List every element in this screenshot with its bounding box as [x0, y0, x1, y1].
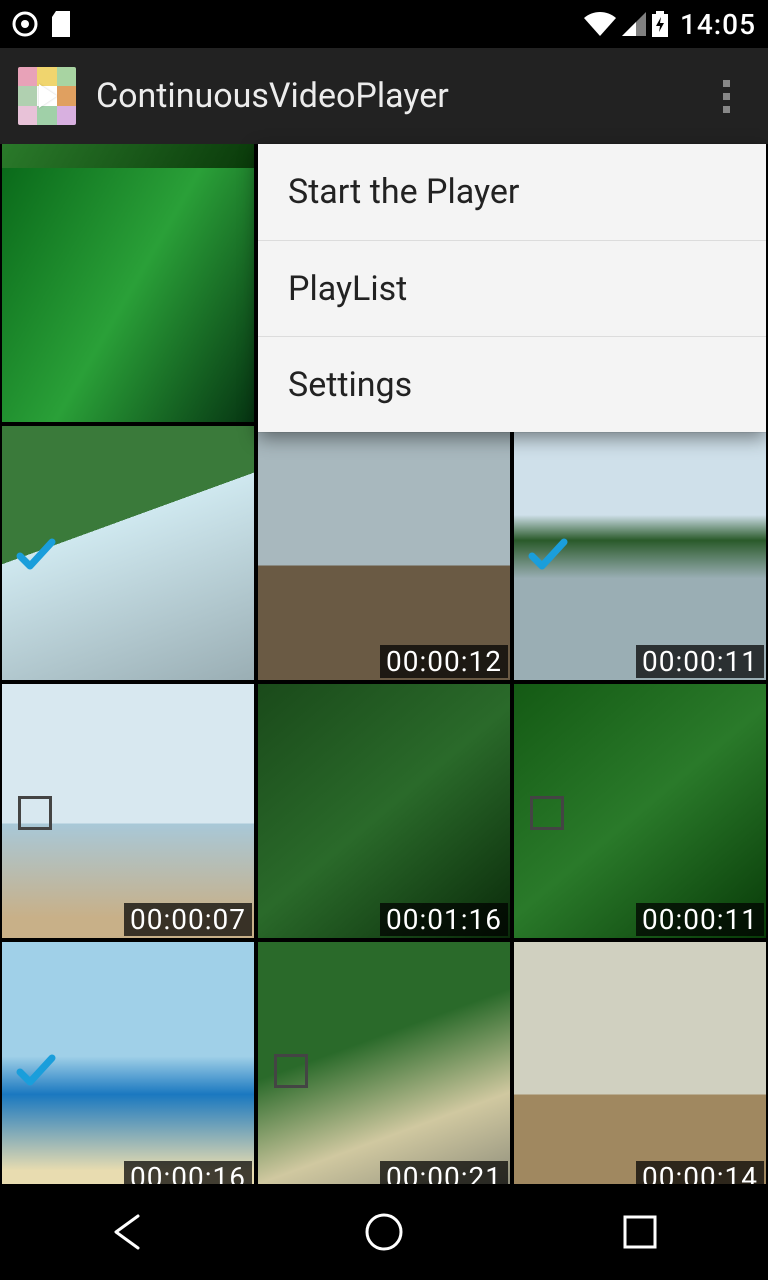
- overflow-menu-button[interactable]: [702, 72, 750, 120]
- video-thumb[interactable]: 00:00:21: [258, 942, 510, 1196]
- video-thumb[interactable]: 00:00:07: [2, 684, 254, 938]
- checkbox-unchecked-icon: [18, 796, 52, 830]
- video-duration: 00:00:11: [636, 645, 764, 678]
- checkmark-icon: [14, 534, 58, 578]
- app-bar: ContinuousVideoPlayer: [0, 48, 768, 144]
- nav-bar: [0, 1184, 768, 1280]
- menu-item-start-player[interactable]: Start the Player: [258, 144, 766, 240]
- status-time: 14:05: [680, 8, 756, 41]
- video-grid[interactable]: 00:00:12 00:00:11 00:00:07 00:01:16 00:0…: [0, 144, 768, 1184]
- checkmark-icon: [526, 534, 570, 578]
- checkbox-unchecked-icon: [530, 796, 564, 830]
- options-menu: Start the Player PlayList Settings: [258, 144, 766, 432]
- video-thumb[interactable]: [2, 426, 254, 680]
- battery-charging-icon: [652, 11, 668, 37]
- video-thumb[interactable]: 00:00:11: [514, 684, 766, 938]
- video-thumb[interactable]: [2, 168, 254, 422]
- menu-item-settings[interactable]: Settings: [258, 336, 766, 432]
- video-thumb[interactable]: 00:00:12: [258, 426, 510, 680]
- status-bar: 14:05: [0, 0, 768, 48]
- video-thumb[interactable]: 00:00:16: [2, 942, 254, 1196]
- video-thumb[interactable]: 00:01:16: [258, 684, 510, 938]
- home-button[interactable]: [344, 1202, 424, 1262]
- cellular-icon: [622, 12, 646, 36]
- checkbox-unchecked-icon: [274, 1054, 308, 1088]
- app-title: ContinuousVideoPlayer: [96, 76, 449, 116]
- circle-icon: [12, 11, 38, 37]
- video-duration: 00:01:16: [380, 903, 508, 936]
- video-duration: 00:00:11: [636, 903, 764, 936]
- sd-card-icon: [52, 11, 74, 37]
- video-duration: 00:00:07: [124, 903, 252, 936]
- video-thumb[interactable]: 00:00:14: [514, 942, 766, 1196]
- back-button[interactable]: [88, 1202, 168, 1262]
- video-duration: 00:00:12: [380, 645, 508, 678]
- wifi-icon: [584, 12, 616, 36]
- menu-item-playlist[interactable]: PlayList: [258, 240, 766, 336]
- video-thumb[interactable]: 00:00:11: [514, 426, 766, 680]
- app-logo-icon: [18, 67, 76, 125]
- checkmark-icon: [14, 1050, 58, 1094]
- recents-button[interactable]: [600, 1202, 680, 1262]
